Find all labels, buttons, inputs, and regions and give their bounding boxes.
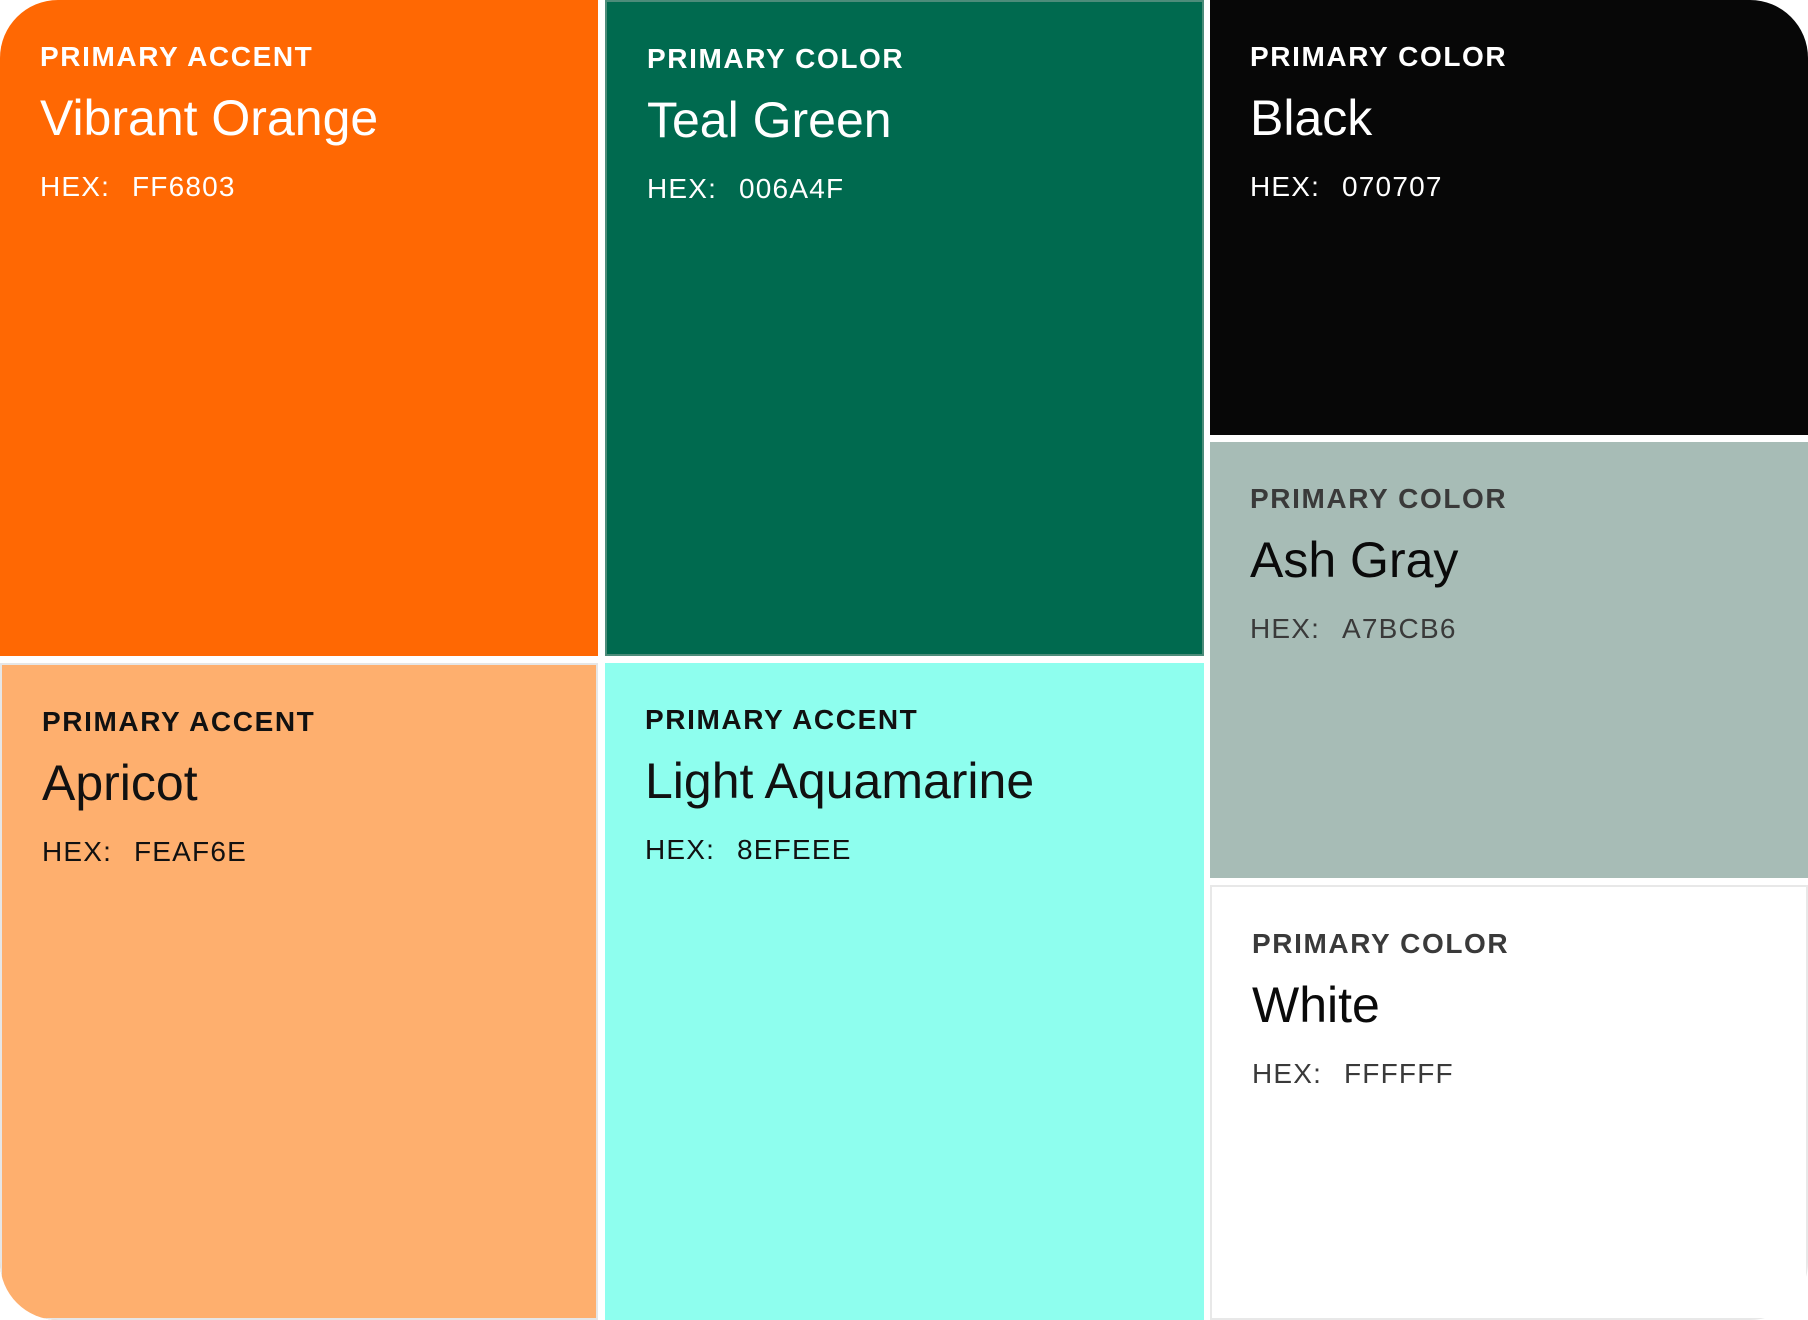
- hex-label: HEX:: [1252, 1058, 1323, 1089]
- swatch-role: PRIMARY ACCENT: [645, 704, 919, 735]
- hex-label: HEX:: [40, 171, 111, 202]
- swatch-role: PRIMARY ACCENT: [40, 41, 314, 72]
- swatch-role: PRIMARY ACCENT: [42, 706, 316, 737]
- swatch-role: PRIMARY COLOR: [1250, 483, 1508, 514]
- hex-label: HEX:: [42, 836, 113, 867]
- swatch-hex-row: HEX: 006A4F: [647, 175, 1162, 203]
- swatch-name: Apricot: [42, 755, 198, 811]
- swatch-role: PRIMARY COLOR: [647, 43, 905, 74]
- swatch-hex-row: HEX: 8EFEEE: [645, 836, 1164, 864]
- hex-value: FFFFFF: [1344, 1058, 1454, 1089]
- hex-label: HEX:: [1250, 613, 1321, 644]
- hex-value: 006A4F: [739, 173, 845, 204]
- hex-value: A7BCB6: [1342, 613, 1457, 644]
- swatch-white: PRIMARY COLOR White HEX: FFFFFF: [1210, 885, 1808, 1320]
- swatch-apricot: PRIMARY ACCENT Apricot HEX: FEAF6E: [0, 663, 598, 1320]
- hex-value: FEAF6E: [134, 836, 248, 867]
- swatch-ash-gray: PRIMARY COLOR Ash Gray HEX: A7BCB6: [1210, 442, 1808, 878]
- hex-label: HEX:: [1250, 171, 1321, 202]
- hex-value: 070707: [1342, 171, 1443, 202]
- swatch-name: Black: [1250, 90, 1373, 146]
- swatch-hex-row: HEX: A7BCB6: [1250, 615, 1768, 643]
- swatch-name: Vibrant Orange: [40, 90, 379, 146]
- color-palette: PRIMARY ACCENT Vibrant Orange HEX: FF6803…: [0, 0, 1808, 1320]
- swatch-name: Light Aquamarine: [645, 753, 1035, 809]
- hex-label: HEX:: [645, 834, 716, 865]
- swatch-vibrant-orange: PRIMARY ACCENT Vibrant Orange HEX: FF6803: [0, 0, 598, 656]
- hex-value: 8EFEEE: [737, 834, 852, 865]
- swatch-name: Ash Gray: [1250, 532, 1459, 588]
- swatch-teal-green: PRIMARY COLOR Teal Green HEX: 006A4F: [605, 0, 1204, 656]
- swatch-hex-row: HEX: 070707: [1250, 173, 1768, 201]
- swatch-role: PRIMARY COLOR: [1252, 928, 1510, 959]
- swatch-role: PRIMARY COLOR: [1250, 41, 1508, 72]
- swatch-name: Teal Green: [647, 92, 892, 148]
- swatch-name: White: [1252, 977, 1380, 1033]
- swatch-hex-row: HEX: FEAF6E: [42, 838, 556, 866]
- swatch-hex-row: HEX: FFFFFF: [1252, 1060, 1766, 1088]
- swatch-hex-row: HEX: FF6803: [40, 173, 558, 201]
- hex-value: FF6803: [132, 171, 236, 202]
- hex-label: HEX:: [647, 173, 718, 204]
- swatch-black: PRIMARY COLOR Black HEX: 070707: [1210, 0, 1808, 435]
- swatch-light-aquamarine: PRIMARY ACCENT Light Aquamarine HEX: 8EFE…: [605, 663, 1204, 1320]
